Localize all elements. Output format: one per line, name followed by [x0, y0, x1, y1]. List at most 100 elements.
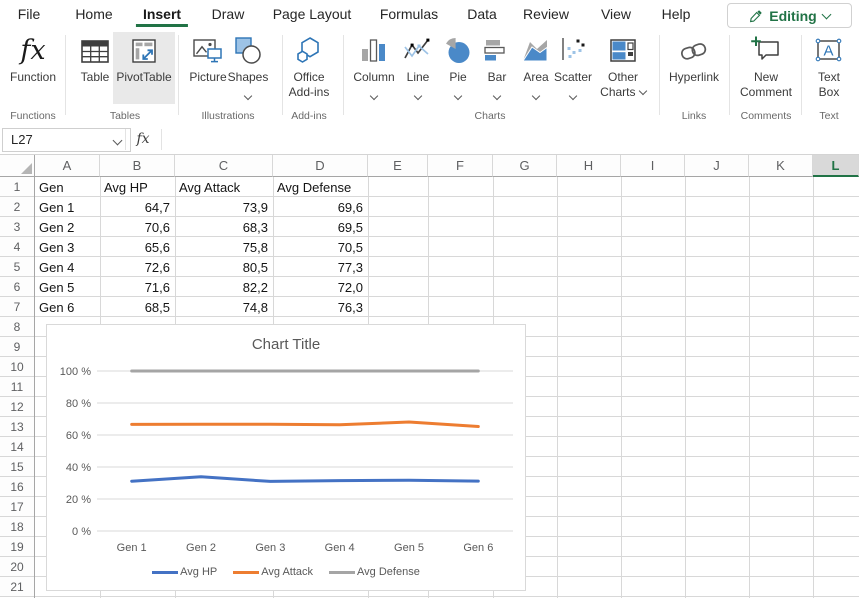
- row-header-13[interactable]: 13: [0, 417, 34, 437]
- menu-tab-home[interactable]: Home: [75, 0, 112, 28]
- cell-b1[interactable]: Avg HP: [104, 178, 170, 198]
- column-header-e[interactable]: E: [368, 155, 428, 177]
- cell-a6[interactable]: Gen 5: [39, 278, 95, 298]
- column-button[interactable]: Column: [344, 32, 404, 104]
- row-header-1[interactable]: 1: [0, 177, 34, 197]
- cell-b4[interactable]: 65,6: [104, 238, 170, 258]
- column-header-i[interactable]: I: [621, 155, 685, 177]
- cell-b6[interactable]: 71,6: [104, 278, 170, 298]
- row-header-19[interactable]: 19: [0, 537, 34, 557]
- cell-c7[interactable]: 74,8: [179, 298, 268, 318]
- row-header-5[interactable]: 5: [0, 257, 34, 277]
- column-header-f[interactable]: F: [428, 155, 493, 177]
- row-header-6[interactable]: 6: [0, 277, 34, 297]
- other-charts-button[interactable]: OtherCharts: [594, 32, 652, 104]
- menu-tab-page-layout[interactable]: Page Layout: [273, 0, 352, 28]
- cell-a3[interactable]: Gen 2: [39, 218, 95, 238]
- ribbon-button-label: Shapes: [220, 70, 276, 85]
- cell-b3[interactable]: 70,6: [104, 218, 170, 238]
- select-all-corner[interactable]: [0, 155, 34, 177]
- menu-tab-formulas[interactable]: Formulas: [380, 0, 438, 28]
- line-button[interactable]: Line: [396, 32, 440, 104]
- pivottable-button[interactable]: PivotTable: [113, 32, 175, 104]
- menu-tab-data[interactable]: Data: [467, 0, 497, 28]
- row-header-18[interactable]: 18: [0, 517, 34, 537]
- menu-tab-draw[interactable]: Draw: [212, 0, 245, 28]
- editing-mode-button[interactable]: Editing: [727, 3, 852, 28]
- cell-a2[interactable]: Gen 1: [39, 198, 95, 218]
- menu-tab-file[interactable]: File: [18, 0, 41, 28]
- row-header-14[interactable]: 14: [0, 437, 34, 457]
- column-header-c[interactable]: C: [175, 155, 273, 177]
- ribbon-button-label: Line: [396, 70, 440, 85]
- row-header-21[interactable]: 21: [0, 577, 34, 597]
- cell-a4[interactable]: Gen 3: [39, 238, 95, 258]
- row-header-8[interactable]: 8: [0, 317, 34, 337]
- name-box[interactable]: L27: [2, 128, 131, 152]
- new-comment-icon: [733, 32, 799, 70]
- column-header-b[interactable]: B: [100, 155, 175, 177]
- column-header-l[interactable]: L: [813, 155, 859, 177]
- scatter-button[interactable]: Scatter: [546, 32, 600, 104]
- cell-c6[interactable]: 82,2: [179, 278, 268, 298]
- new-comment-button[interactable]: New Comment: [733, 32, 799, 104]
- embedded-chart[interactable]: Chart Title 100 %80 %60 %40 %20 %0 %Gen …: [46, 324, 526, 591]
- cell-d1[interactable]: Avg Defense: [277, 178, 363, 198]
- hyperlink-button[interactable]: Hyperlink: [661, 32, 727, 104]
- column-header-h[interactable]: H: [557, 155, 621, 177]
- function-button[interactable]: fxFunction: [0, 32, 68, 104]
- formula-input[interactable]: [162, 125, 859, 154]
- cell-c2[interactable]: 73,9: [179, 198, 268, 218]
- bar-button[interactable]: Bar: [477, 32, 517, 104]
- cell-d6[interactable]: 72,0: [277, 278, 363, 298]
- row-header-4[interactable]: 4: [0, 237, 34, 257]
- cell-b5[interactable]: 72,6: [104, 258, 170, 278]
- row-header-3[interactable]: 3: [0, 217, 34, 237]
- menu-tab-review[interactable]: Review: [523, 0, 569, 28]
- cell-d2[interactable]: 69,6: [277, 198, 363, 218]
- column-header-d[interactable]: D: [273, 155, 368, 177]
- office-add-ins-button[interactable]: Office Add-ins: [280, 32, 338, 104]
- cell-b7[interactable]: 68,5: [104, 298, 170, 318]
- hyperlink-icon: [661, 32, 727, 70]
- chevron-down-icon: [113, 136, 123, 146]
- cell-a1[interactable]: Gen: [39, 178, 95, 198]
- pie-button[interactable]: Pie: [438, 32, 478, 104]
- chevron-down-icon: [414, 91, 422, 99]
- shapes-button[interactable]: Shapes: [220, 32, 276, 104]
- column-header-a[interactable]: A: [35, 155, 100, 177]
- cell-a5[interactable]: Gen 4: [39, 258, 95, 278]
- cell-b2[interactable]: 64,7: [104, 198, 170, 218]
- row-header-7[interactable]: 7: [0, 297, 34, 317]
- column-header-k[interactable]: K: [749, 155, 813, 177]
- cell-d3[interactable]: 69,5: [277, 218, 363, 238]
- menu-tab-insert[interactable]: Insert: [143, 0, 181, 28]
- cell-d7[interactable]: 76,3: [277, 298, 363, 318]
- cell-a7[interactable]: Gen 6: [39, 298, 95, 318]
- cell-d4[interactable]: 70,5: [277, 238, 363, 258]
- text-box-button[interactable]: AText Box: [809, 32, 849, 104]
- menu-tab-help[interactable]: Help: [662, 0, 691, 28]
- row-header-10[interactable]: 10: [0, 357, 34, 377]
- row-header-15[interactable]: 15: [0, 457, 34, 477]
- cell-d5[interactable]: 77,3: [277, 258, 363, 278]
- legend-item-avg-hp: Avg HP: [152, 566, 217, 578]
- cell-c5[interactable]: 80,5: [179, 258, 268, 278]
- column-header-g[interactable]: G: [493, 155, 557, 177]
- row-header-11[interactable]: 11: [0, 377, 34, 397]
- cell-c3[interactable]: 68,3: [179, 218, 268, 238]
- menu-tab-view[interactable]: View: [601, 0, 631, 28]
- group-divider: [659, 35, 660, 115]
- cell-c1[interactable]: Avg Attack: [179, 178, 268, 198]
- cell-c4[interactable]: 75,8: [179, 238, 268, 258]
- ribbon-button-label: PivotTable: [113, 70, 175, 85]
- insert-function-button[interactable]: fx: [127, 128, 159, 151]
- row-header-17[interactable]: 17: [0, 497, 34, 517]
- row-header-16[interactable]: 16: [0, 477, 34, 497]
- row-header-20[interactable]: 20: [0, 557, 34, 577]
- row-header-2[interactable]: 2: [0, 197, 34, 217]
- row-header-12[interactable]: 12: [0, 397, 34, 417]
- chevron-down-icon: [569, 91, 577, 99]
- row-header-9[interactable]: 9: [0, 337, 34, 357]
- column-header-j[interactable]: J: [685, 155, 749, 177]
